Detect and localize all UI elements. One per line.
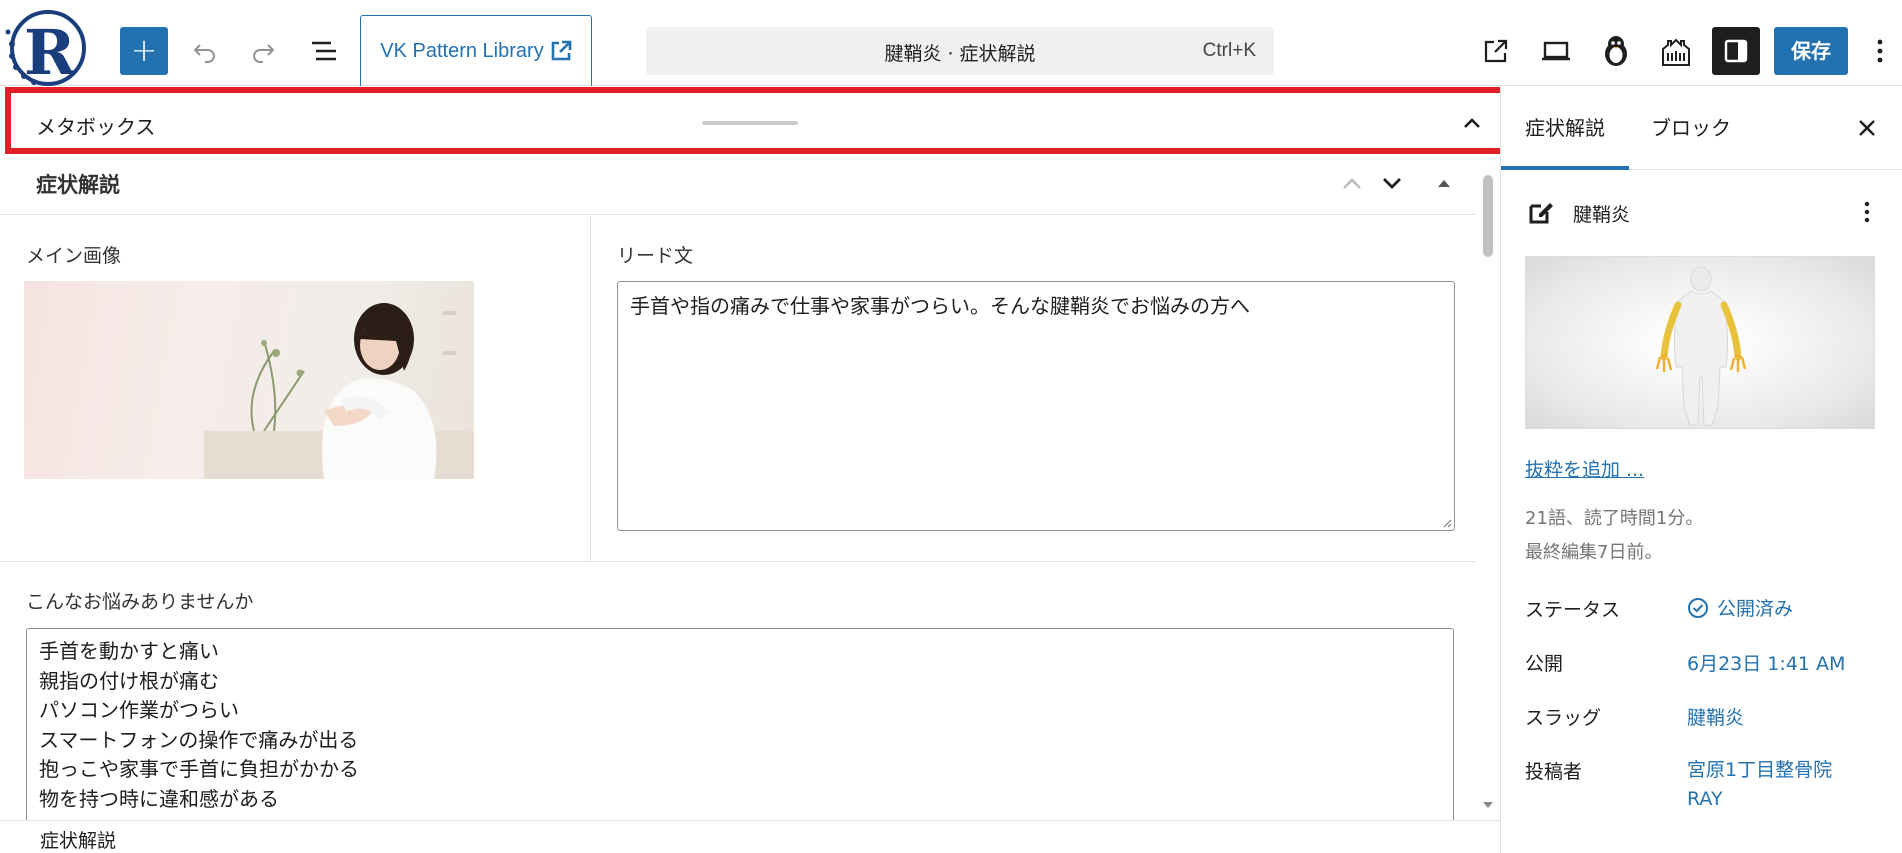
author-value-button[interactable]: 宮原1丁目整骨院 RAY xyxy=(1687,756,1847,814)
view-icon xyxy=(1542,41,1570,61)
metabox-header[interactable]: メタボックス xyxy=(10,97,1504,149)
external-link-icon xyxy=(1484,39,1508,63)
main-image-label: メイン画像 xyxy=(26,245,122,267)
options-menu-button[interactable] xyxy=(1862,27,1898,75)
triangle-up-icon xyxy=(1438,180,1450,187)
worries-line: 抱っこや家事で手首に負担がかかる xyxy=(39,757,359,781)
main-image[interactable] xyxy=(24,281,474,479)
scroll-down-arrow-icon[interactable] xyxy=(1482,800,1494,810)
list-view-icon xyxy=(312,41,336,61)
more-vertical-icon xyxy=(1864,201,1870,223)
lead-label: リード文 xyxy=(617,245,694,267)
top-toolbar: R + VK Pattern Library 腱鞘炎 · 症状解説 Ctrl+K xyxy=(0,0,1902,89)
status-label: ステータス xyxy=(1525,599,1621,621)
undo-button[interactable] xyxy=(181,27,229,75)
publish-date-button[interactable]: 6月23日 1:41 AM xyxy=(1687,649,1845,676)
scrollbar-thumb[interactable] xyxy=(1483,175,1493,257)
building-icon xyxy=(1662,38,1690,66)
author-label: 投稿者 xyxy=(1525,761,1583,783)
publish-label: 公開 xyxy=(1525,653,1564,675)
check-circle-icon xyxy=(1688,598,1708,618)
status-value: 公開済み xyxy=(1717,598,1794,620)
redo-icon xyxy=(253,44,275,63)
penguin-icon xyxy=(1605,36,1627,66)
close-icon xyxy=(1859,120,1875,136)
toggle-panel-button[interactable] xyxy=(1430,169,1458,197)
settings-panel-toggle[interactable] xyxy=(1712,27,1760,75)
post-title: 腱鞘炎 xyxy=(1573,204,1631,226)
post-summary-row: 腱鞘炎 xyxy=(1525,194,1879,230)
sidebar-toggle-icon xyxy=(1724,39,1748,63)
more-vertical-icon xyxy=(1877,39,1883,63)
last-edited: 最終編集7日前。 xyxy=(1525,542,1663,563)
metabox-title: メタボックス xyxy=(36,115,156,139)
lead-text-column: リード文 手首や指の痛みで仕事や家事がつらい。そんな腱鞘炎でお悩みの方へ xyxy=(590,216,1476,561)
slug-label: スラッグ xyxy=(1525,707,1602,729)
post-actions-button[interactable] xyxy=(1855,198,1879,226)
plugin-penguin-button[interactable] xyxy=(1592,27,1640,75)
editor-footer: 症状解説 xyxy=(0,820,1500,853)
move-down-button[interactable] xyxy=(1378,169,1406,197)
editor-scrollbar[interactable] xyxy=(1480,160,1496,816)
worries-line: 物を持つ時に違和感がある xyxy=(39,786,279,811)
word-count: 21語、読了時間1分。 xyxy=(1525,508,1704,529)
add-excerpt-link[interactable]: 抜粋を追加 ... xyxy=(1525,455,1644,482)
sidebar-tabs: 症状解説 ブロック xyxy=(1501,86,1902,170)
metabox-resize-handle[interactable] xyxy=(702,121,798,125)
worries-label: こんなお悩みありませんか xyxy=(26,591,254,613)
lead-text-value: 手首や指の痛みで仕事や家事がつらい。そんな腱鞘炎でお悩みの方へ xyxy=(630,294,1250,318)
main-image-column: メイン画像 xyxy=(0,216,590,561)
settings-sidebar: 症状解説 ブロック 腱鞘炎 抜粋を追加 ... 21語、読了時間1分。 最終編集… xyxy=(1500,86,1902,853)
worries-line: スマートフォンの操作で痛みが出る xyxy=(39,727,359,752)
slug-value-button[interactable]: 腱鞘炎 xyxy=(1687,703,1744,730)
list-view-button[interactable] xyxy=(300,27,348,75)
meta-section-title: 症状解説 xyxy=(36,173,120,197)
undo-icon xyxy=(193,44,215,63)
chevron-up-icon xyxy=(1464,118,1480,128)
redo-button[interactable] xyxy=(239,27,287,75)
move-up-button[interactable] xyxy=(1338,169,1366,197)
site-logo[interactable]: R xyxy=(2,4,92,89)
meta-section-header[interactable]: 症状解説 xyxy=(0,155,1476,215)
worries-line: 手首を動かすと痛い xyxy=(39,639,219,663)
metabox-collapse-button[interactable] xyxy=(1458,109,1486,137)
preview-device-button[interactable] xyxy=(1532,27,1580,75)
command-palette-bar[interactable]: 腱鞘炎 · 症状解説 Ctrl+K xyxy=(646,27,1274,75)
edit-post-icon xyxy=(1529,203,1553,224)
vk-pattern-library-label: VK Pattern Library xyxy=(380,39,544,62)
breadcrumb[interactable]: 症状解説 xyxy=(40,826,116,853)
tab-block[interactable]: ブロック xyxy=(1627,86,1755,170)
worries-textarea[interactable]: 手首を動かすと痛い 親指の付け根が痛む パソコン作業がつらい スマートフォンの操… xyxy=(26,628,1454,828)
chevron-down-icon xyxy=(1383,178,1401,189)
lead-textarea[interactable]: 手首や指の痛みで仕事や家事がつらい。そんな腱鞘炎でお悩みの方へ xyxy=(617,281,1455,531)
chevron-up-icon xyxy=(1343,178,1361,189)
plus-icon: + xyxy=(130,31,158,69)
tab-document[interactable]: 症状解説 xyxy=(1501,86,1629,170)
featured-image[interactable] xyxy=(1525,256,1875,429)
resize-grip-icon[interactable] xyxy=(1442,518,1452,528)
shortcut-hint: Ctrl+K xyxy=(1202,40,1256,61)
vk-pattern-library-button[interactable]: VK Pattern Library xyxy=(360,15,592,86)
worries-line: 親指の付け根が痛む xyxy=(39,668,219,693)
save-button[interactable]: 保存 xyxy=(1774,27,1848,75)
document-title: 腱鞘炎 · 症状解説 xyxy=(884,43,1036,65)
svg-text:R: R xyxy=(24,16,76,86)
external-link-icon xyxy=(551,40,572,61)
status-value-button[interactable]: 公開済み xyxy=(1687,594,1793,621)
plugin-building-button[interactable] xyxy=(1652,27,1700,75)
add-block-button[interactable]: + xyxy=(120,27,168,75)
view-post-button[interactable] xyxy=(1472,27,1520,75)
close-sidebar-button[interactable] xyxy=(1853,114,1881,142)
worries-line: パソコン作業がつらい xyxy=(39,698,239,722)
section-divider xyxy=(0,561,1476,562)
